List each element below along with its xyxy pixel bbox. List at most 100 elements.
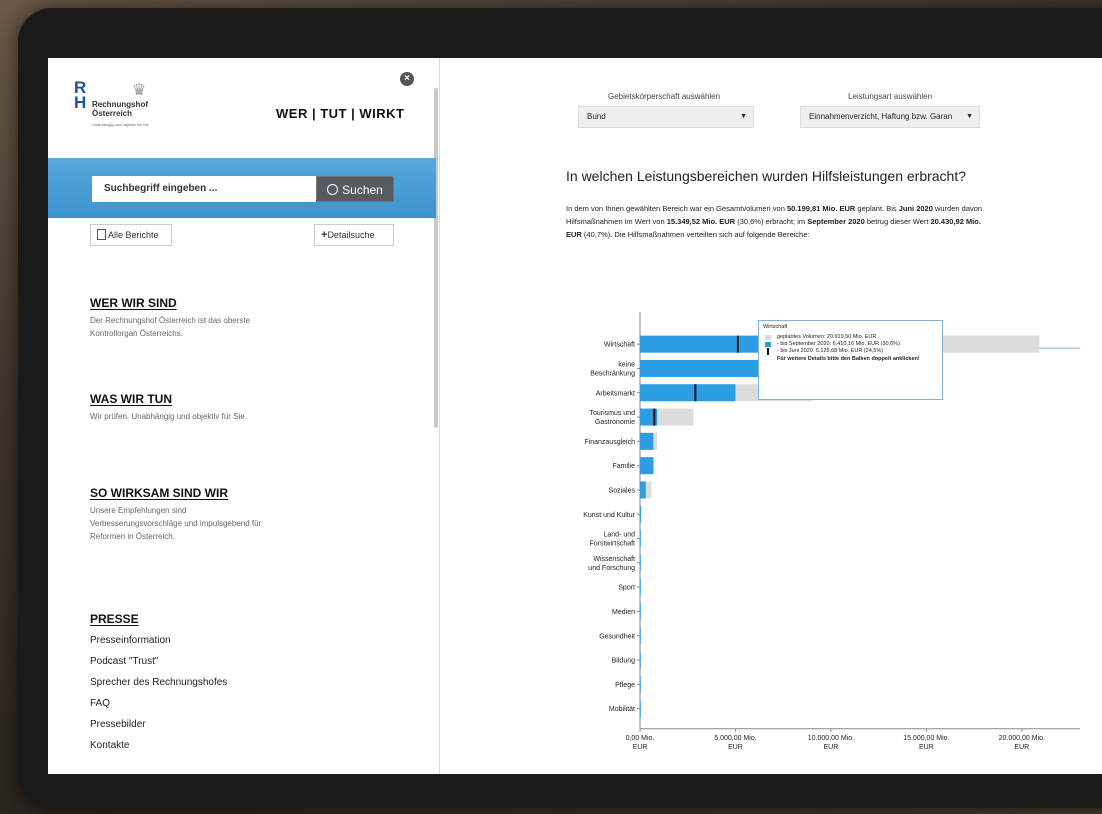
y-tick-label-line: Finanzausgleich bbox=[584, 439, 635, 446]
bar-september[interactable] bbox=[640, 554, 641, 572]
detail-search-button[interactable]: +Detailsuche bbox=[314, 224, 394, 246]
y-tick-label-line: Wirtschaft bbox=[604, 342, 635, 349]
bar-september[interactable] bbox=[640, 700, 641, 718]
y-tick-label-line: Wissenschaft bbox=[593, 556, 635, 563]
y-tick-label: keine Beschränkung bbox=[590, 361, 635, 377]
bar-september[interactable] bbox=[640, 530, 641, 548]
main-content: Gebietskörperschaft auswählen Bund ▼ Lei… bbox=[448, 58, 1102, 774]
y-tick-label-line: Medien bbox=[612, 609, 635, 616]
x-tick-label: EUR bbox=[919, 744, 934, 751]
y-tick-label: Land- und Forstwirtschaft bbox=[589, 532, 635, 548]
chevron-down-icon: ▼ bbox=[966, 113, 973, 120]
search-icon bbox=[327, 184, 339, 195]
y-tick-label: Bildung bbox=[612, 658, 635, 665]
x-tick-label: EUR bbox=[824, 744, 839, 751]
y-tick-label-line: Tourismus und bbox=[589, 410, 635, 417]
search-button[interactable]: Suchen bbox=[316, 176, 394, 202]
y-tick-label-line: Land- und bbox=[603, 532, 635, 539]
all-reports-button[interactable]: Alle Berichte bbox=[90, 224, 172, 246]
tooltip-planned-row: geplantes Volumen: 20.919,50 Mio. EUR bbox=[763, 334, 938, 341]
section-text-wer-wir-sind: Der Rechnungshof Österreich ist das ober… bbox=[90, 316, 251, 338]
y-tick-label: Tourismus und Gastronomie bbox=[589, 410, 635, 426]
rechnungshof-logo[interactable]: RH ♛ Rechnungshof Österreich Unabhängig … bbox=[74, 78, 184, 140]
y-tick-label: Wirtschaft bbox=[604, 342, 635, 349]
presse-link[interactable]: Podcast "Trust" bbox=[90, 651, 227, 672]
x-tick-label: 0,00 Mio. bbox=[626, 735, 655, 742]
bar-september[interactable] bbox=[640, 432, 654, 450]
summary-paragraph: In dem von Ihnen gewählten Bereich war e… bbox=[566, 202, 986, 241]
search-bar: Suchbegriff eingeben ... Suchen bbox=[48, 158, 436, 218]
search-button-label: Suchen bbox=[342, 183, 383, 197]
section-text-so-wirksam: Unsere Empfehlungen sind Verbesserungsvo… bbox=[90, 506, 262, 541]
bar-september[interactable] bbox=[640, 651, 641, 669]
summary-total: 50.199,81 Mio. EUR bbox=[786, 204, 856, 213]
logo-mark: RH bbox=[74, 78, 87, 112]
y-tick-label: Arbeitsmarkt bbox=[596, 390, 635, 397]
section-text-was-wir-tun: Wir prüfen. Unabhängig und objektiv für … bbox=[90, 412, 247, 421]
bar-september[interactable] bbox=[640, 481, 646, 499]
bar-september[interactable] bbox=[640, 675, 641, 693]
y-tick-label-line: keine bbox=[618, 361, 635, 368]
presse-link[interactable]: FAQ bbox=[90, 693, 227, 714]
section-title-wer-wir-sind[interactable]: WER WIR SIND bbox=[90, 296, 177, 310]
presse-link[interactable]: Pressebilder bbox=[90, 714, 227, 735]
browser-screen: RH ♛ Rechnungshof Österreich Unabhängig … bbox=[48, 58, 1102, 774]
y-tick-label: Wissenschaft und Forschung bbox=[588, 556, 635, 572]
y-tick-label: Pflege bbox=[615, 682, 635, 689]
presse-link[interactable]: Kontakte bbox=[90, 735, 227, 756]
y-tick-label: Soziales bbox=[609, 487, 636, 494]
bar-september[interactable] bbox=[640, 359, 774, 377]
close-icon[interactable]: × bbox=[400, 72, 414, 86]
y-tick-label-line: Gesundheit bbox=[599, 633, 635, 640]
search-input[interactable]: Suchbegriff eingeben ... bbox=[92, 176, 316, 202]
side-menu-scrollbar[interactable] bbox=[434, 88, 438, 428]
eagle-icon: ♛ bbox=[132, 82, 147, 99]
side-menu-panel: RH ♛ Rechnungshof Österreich Unabhängig … bbox=[48, 58, 440, 774]
bar-september[interactable] bbox=[640, 627, 641, 645]
tooltip-september-row: - bis September 2020: 6.410,16 Mio. EUR … bbox=[763, 341, 938, 348]
bar-september[interactable] bbox=[640, 457, 654, 475]
legend-swatch-june bbox=[767, 348, 769, 355]
presse-link[interactable]: Presseinformation bbox=[90, 630, 227, 651]
tooltip-june: - bis Juni 2020: 5.125,68 Mio. EUR (24,5… bbox=[777, 348, 884, 354]
bar-september[interactable] bbox=[640, 578, 641, 596]
all-reports-label: Alle Berichte bbox=[108, 230, 159, 240]
tooltip-september: - bis September 2020: 6.410,16 Mio. EUR … bbox=[777, 341, 900, 347]
y-tick-label: Medien bbox=[612, 609, 635, 616]
y-tick-label-line: Beschränkung bbox=[590, 370, 635, 377]
bar-september[interactable] bbox=[640, 335, 763, 353]
y-tick-label: Mobilität bbox=[609, 706, 635, 713]
y-tick-label-line: Pflege bbox=[615, 682, 635, 689]
gebiet-label: Gebietskörperschaft auswählen bbox=[608, 92, 721, 101]
y-tick-label-line: Forstwirtschaft bbox=[589, 541, 635, 548]
y-tick-label: Kunst und Kultur bbox=[583, 512, 635, 519]
summary-text: geplant. Bis bbox=[855, 204, 899, 213]
x-tick-label: EUR bbox=[1014, 744, 1029, 751]
y-tick-label: Sport bbox=[618, 585, 635, 592]
chart-tooltip: Wirtschaft geplantes Volumen: 20.919,50 … bbox=[758, 320, 943, 400]
summary-text: (40,7%). Die Hilfsmaßnahmen verteilten s… bbox=[581, 230, 810, 239]
logo-name-line1: Rechnungshof bbox=[92, 100, 148, 109]
y-tick-label-line: Arbeitsmarkt bbox=[596, 390, 635, 397]
section-title-presse[interactable]: PRESSE bbox=[90, 612, 139, 626]
presse-link[interactable]: Sprecher des Rechnungshofes bbox=[90, 672, 227, 693]
bar-september[interactable] bbox=[640, 505, 641, 523]
y-tick-label-line: Mobilität bbox=[609, 706, 635, 713]
presse-link-list: Presseinformation Podcast "Trust" Sprech… bbox=[90, 630, 227, 756]
leistung-select[interactable]: Einnahmenverzicht, Haftung bzw. Garan ▼ bbox=[800, 106, 980, 128]
y-tick-label-line: Sport bbox=[618, 585, 635, 592]
gebiet-select[interactable]: Bund ▼ bbox=[578, 106, 754, 128]
y-tick-label: Familie bbox=[612, 463, 635, 470]
chevron-down-icon: ▼ bbox=[740, 113, 747, 120]
y-tick-label: Gesundheit bbox=[599, 633, 635, 640]
leistung-select-value: Einnahmenverzicht, Haftung bzw. Garan bbox=[809, 112, 953, 121]
x-tick-label: 15.000,00 Mio. bbox=[903, 735, 949, 742]
x-tick-label: 5.000,00 Mio. bbox=[714, 735, 756, 742]
bar-september[interactable] bbox=[640, 384, 736, 402]
y-tick-label: Finanzausgleich bbox=[584, 439, 635, 446]
bar-september[interactable] bbox=[640, 602, 641, 620]
section-title-was-wir-tun[interactable]: WAS WIR TUN bbox=[90, 392, 172, 406]
tooltip-planned: geplantes Volumen: 20.919,50 Mio. EUR bbox=[777, 334, 877, 340]
logo-name: Rechnungshof Österreich bbox=[92, 100, 148, 118]
section-title-so-wirksam[interactable]: SO WIRKSAM SIND WIR bbox=[90, 486, 228, 500]
